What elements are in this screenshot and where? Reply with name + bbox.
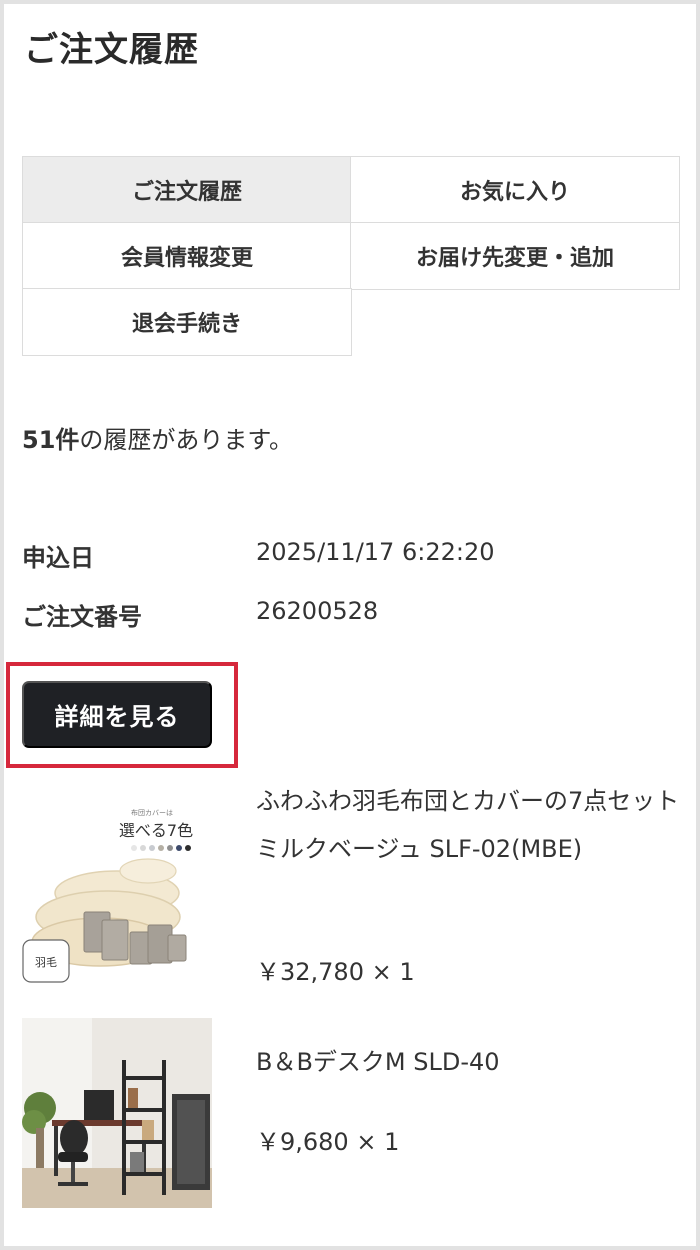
product-price: ￥32,780 × 1 <box>256 958 415 986</box>
desk-illustration <box>22 1018 212 1208</box>
order-date-value: 2025/11/17 6:22:20 <box>256 538 495 566</box>
product-name[interactable]: B＆BデスクM SLD-40 <box>256 1038 686 1086</box>
order-date-label: 申込日 <box>22 544 94 572</box>
image-caption: 選べる7色 <box>119 821 193 840</box>
product-price: ￥9,680 × 1 <box>256 1128 400 1156</box>
down-badge: 羽毛 <box>35 956 57 969</box>
menu-order-history[interactable]: ご注文履歴 <box>22 156 352 224</box>
product-image-futon[interactable]: 布団カバーは 選べる7色 羽毛 <box>22 795 212 985</box>
view-details-button[interactable]: 詳細を見る <box>22 681 212 748</box>
product-image-desk[interactable] <box>22 1018 212 1208</box>
history-count-text: の履歴があります。 <box>79 426 294 454</box>
history-count: 51件の履歴があります。 <box>22 420 293 455</box>
history-count-number: 51件 <box>22 426 80 454</box>
page-title: ご注文履歴 <box>24 30 199 70</box>
order-number-label: ご注文番号 <box>22 603 142 631</box>
menu-member-info[interactable]: 会員情報変更 <box>22 222 352 290</box>
futon-illustration: 布団カバーは 選べる7色 羽毛 <box>22 795 212 985</box>
menu-delivery-address[interactable]: お届け先変更・追加 <box>350 222 680 290</box>
menu-favorites[interactable]: お気に入り <box>350 156 680 224</box>
order-number-value: 26200528 <box>256 597 379 625</box>
image-caption-small: 布団カバーは <box>131 808 173 817</box>
product-name[interactable]: ふわふわ羽毛布団とカバーの7点セット ミルクベージュ SLF-02(MBE) <box>256 777 686 873</box>
menu-withdraw[interactable]: 退会手続き <box>22 288 352 356</box>
